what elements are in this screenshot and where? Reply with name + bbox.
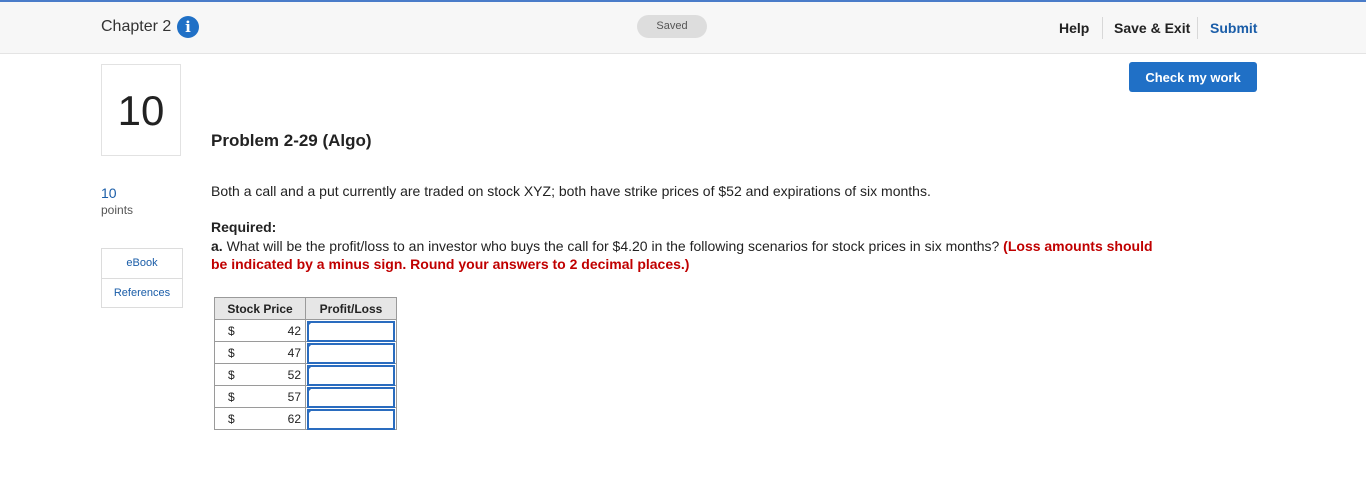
save-exit-link[interactable]: Save & Exit — [1114, 20, 1190, 36]
required-heading: Required: — [211, 219, 277, 235]
submit-link[interactable]: Submit — [1210, 20, 1257, 36]
problem-title: Problem 2-29 (Algo) — [211, 131, 372, 150]
table-row: $ 52 — [214, 363, 397, 386]
table-row: $ 57 — [214, 385, 397, 408]
currency-symbol: $ — [228, 346, 235, 360]
answer-table: Stock Price Profit/Loss $ 42 $ 47 $ 52 $… — [214, 297, 397, 430]
currency-symbol: $ — [228, 390, 235, 404]
points-value: 10 — [101, 185, 117, 201]
profit-loss-cell — [305, 319, 397, 342]
input-flag-icon — [307, 365, 313, 371]
nav-divider — [1102, 17, 1103, 39]
profit-loss-input[interactable] — [307, 365, 395, 386]
profit-loss-input[interactable] — [307, 321, 395, 342]
column-header-stock-price: Stock Price — [214, 297, 306, 320]
part-a-question: a. What will be the profit/loss to an in… — [211, 237, 1171, 273]
chapter-title: Chapter 2 — [101, 18, 172, 35]
profit-loss-input[interactable] — [307, 387, 395, 408]
profit-loss-cell — [305, 385, 397, 408]
stock-price-value: 47 — [287, 346, 301, 360]
currency-symbol: $ — [228, 412, 235, 426]
profit-loss-cell — [305, 363, 397, 386]
stock-price-cell: $ 57 — [214, 385, 306, 408]
help-link[interactable]: Help — [1059, 20, 1089, 36]
stock-price-value: 52 — [287, 368, 301, 382]
stock-price-value: 57 — [287, 390, 301, 404]
profit-loss-cell — [305, 341, 397, 364]
problem-statement: Both a call and a put currently are trad… — [211, 183, 931, 199]
nav-divider — [1197, 17, 1198, 39]
currency-symbol: $ — [228, 368, 235, 382]
points-label: points — [101, 203, 134, 217]
input-flag-icon — [307, 409, 313, 415]
table-row: $ 42 — [214, 319, 397, 342]
references-link[interactable]: References — [102, 279, 182, 308]
input-flag-icon — [307, 321, 313, 327]
profit-loss-input[interactable] — [307, 409, 395, 430]
table-header-row: Stock Price Profit/Loss — [214, 297, 397, 320]
question-number: 10 — [101, 64, 181, 156]
profit-loss-input[interactable] — [307, 343, 395, 364]
input-flag-icon — [307, 387, 313, 393]
header-bar: Chapter 2 i Saved Help Save & Exit Submi… — [0, 2, 1366, 54]
resources-panel: eBook References — [101, 248, 183, 308]
info-icon[interactable]: i — [177, 16, 199, 38]
stock-price-cell: $ 47 — [214, 341, 306, 364]
table-row: $ 47 — [214, 341, 397, 364]
profit-loss-cell — [305, 407, 397, 430]
table-row: $ 62 — [214, 407, 397, 430]
check-my-work-button[interactable]: Check my work — [1129, 62, 1257, 92]
stock-price-cell: $ 42 — [214, 319, 306, 342]
part-a-body: What will be the profit/loss to an inves… — [222, 238, 1004, 254]
stock-price-value: 62 — [287, 412, 301, 426]
input-flag-icon — [307, 343, 313, 349]
part-a-label: a. — [211, 238, 223, 254]
saved-status-badge: Saved — [637, 15, 707, 38]
stock-price-value: 42 — [287, 324, 301, 338]
stock-price-cell: $ 52 — [214, 363, 306, 386]
column-header-profit-loss: Profit/Loss — [305, 297, 397, 320]
ebook-link[interactable]: eBook — [102, 249, 182, 279]
stock-price-cell: $ 62 — [214, 407, 306, 430]
currency-symbol: $ — [228, 324, 235, 338]
